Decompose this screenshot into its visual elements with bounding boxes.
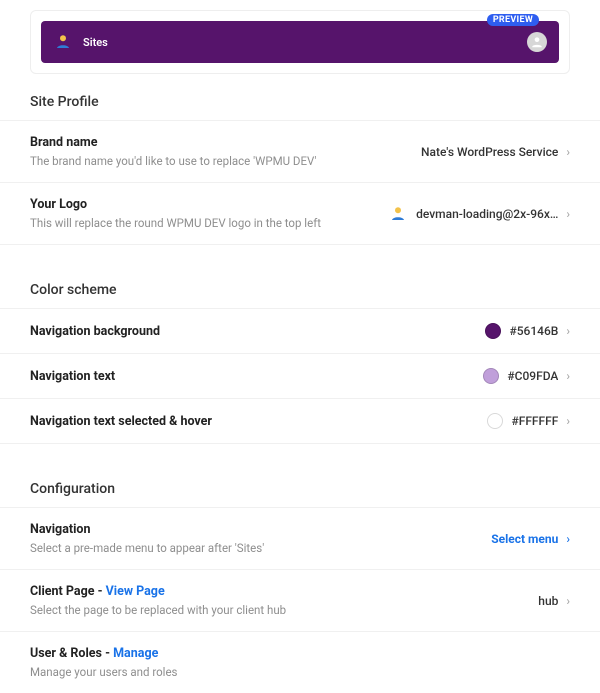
chevron-right-icon: › bbox=[566, 532, 570, 546]
row-title-prefix: Client Page - bbox=[30, 584, 106, 599]
row-your-logo[interactable]: Your Logo This will replace the round WP… bbox=[0, 182, 600, 244]
row-desc: This will replace the round WPMU DEV log… bbox=[30, 216, 388, 230]
row-title: Your Logo bbox=[30, 197, 388, 212]
row-title: Navigation bbox=[30, 522, 491, 537]
select-menu-link[interactable]: Select menu bbox=[491, 532, 558, 546]
chevron-right-icon: › bbox=[566, 369, 570, 383]
row-value: devman-loading@2x-96x… bbox=[416, 207, 558, 221]
view-page-link[interactable]: View Page bbox=[106, 584, 165, 599]
preview-nav-bar: Sites bbox=[41, 21, 559, 63]
chevron-right-icon: › bbox=[566, 414, 570, 428]
section-heading-color-scheme: Color scheme bbox=[30, 282, 570, 298]
color-swatch bbox=[483, 368, 499, 384]
row-desc: Select a pre-made menu to appear after '… bbox=[30, 541, 491, 555]
chevron-right-icon: › bbox=[566, 594, 570, 608]
brand-logo-icon bbox=[53, 32, 73, 52]
row-client-page[interactable]: Client Page - View Page Select the page … bbox=[0, 569, 600, 631]
chevron-right-icon: › bbox=[566, 145, 570, 159]
preview-card: PREVIEW Sites bbox=[30, 10, 570, 74]
row-desc: The brand name you'd like to use to repl… bbox=[30, 154, 421, 168]
section-heading-site-profile: Site Profile bbox=[30, 94, 570, 110]
avatar-icon[interactable] bbox=[527, 32, 547, 52]
row-title: Navigation background bbox=[30, 324, 485, 339]
row-brand-name[interactable]: Brand name The brand name you'd like to … bbox=[0, 120, 600, 182]
section-heading-configuration: Configuration bbox=[30, 481, 570, 497]
row-title: Navigation text bbox=[30, 369, 483, 384]
row-value: #56146B bbox=[509, 324, 558, 338]
row-title: Brand name bbox=[30, 135, 421, 150]
chevron-right-icon: › bbox=[566, 207, 570, 221]
row-title: User & Roles - Manage bbox=[30, 646, 570, 661]
color-swatch bbox=[485, 323, 501, 339]
color-swatch bbox=[487, 413, 503, 429]
row-desc: Select the page to be replaced with your… bbox=[30, 603, 538, 617]
preview-badge: PREVIEW bbox=[487, 14, 539, 26]
manage-link[interactable]: Manage bbox=[113, 646, 158, 661]
row-navigation[interactable]: Navigation Select a pre-made menu to app… bbox=[0, 507, 600, 569]
row-nav-background[interactable]: Navigation background #56146B › bbox=[0, 308, 600, 353]
row-nav-text-selected[interactable]: Navigation text selected & hover #FFFFFF… bbox=[0, 398, 600, 443]
row-title: Navigation text selected & hover bbox=[30, 414, 487, 429]
row-title: Client Page - View Page bbox=[30, 584, 538, 599]
chevron-right-icon: › bbox=[566, 324, 570, 338]
row-value: #C09FDA bbox=[507, 369, 558, 383]
preview-nav-title: Sites bbox=[83, 36, 527, 49]
row-title-prefix: User & Roles - bbox=[30, 646, 113, 661]
row-desc: Manage your users and roles bbox=[30, 665, 570, 679]
row-value: #FFFFFF bbox=[511, 414, 558, 428]
logo-thumbnail-icon bbox=[388, 204, 408, 224]
row-value: Nate's WordPress Service bbox=[421, 145, 558, 159]
row-user-roles[interactable]: User & Roles - Manage Manage your users … bbox=[0, 631, 600, 693]
row-nav-text[interactable]: Navigation text #C09FDA › bbox=[0, 353, 600, 398]
row-value: hub bbox=[538, 594, 558, 608]
